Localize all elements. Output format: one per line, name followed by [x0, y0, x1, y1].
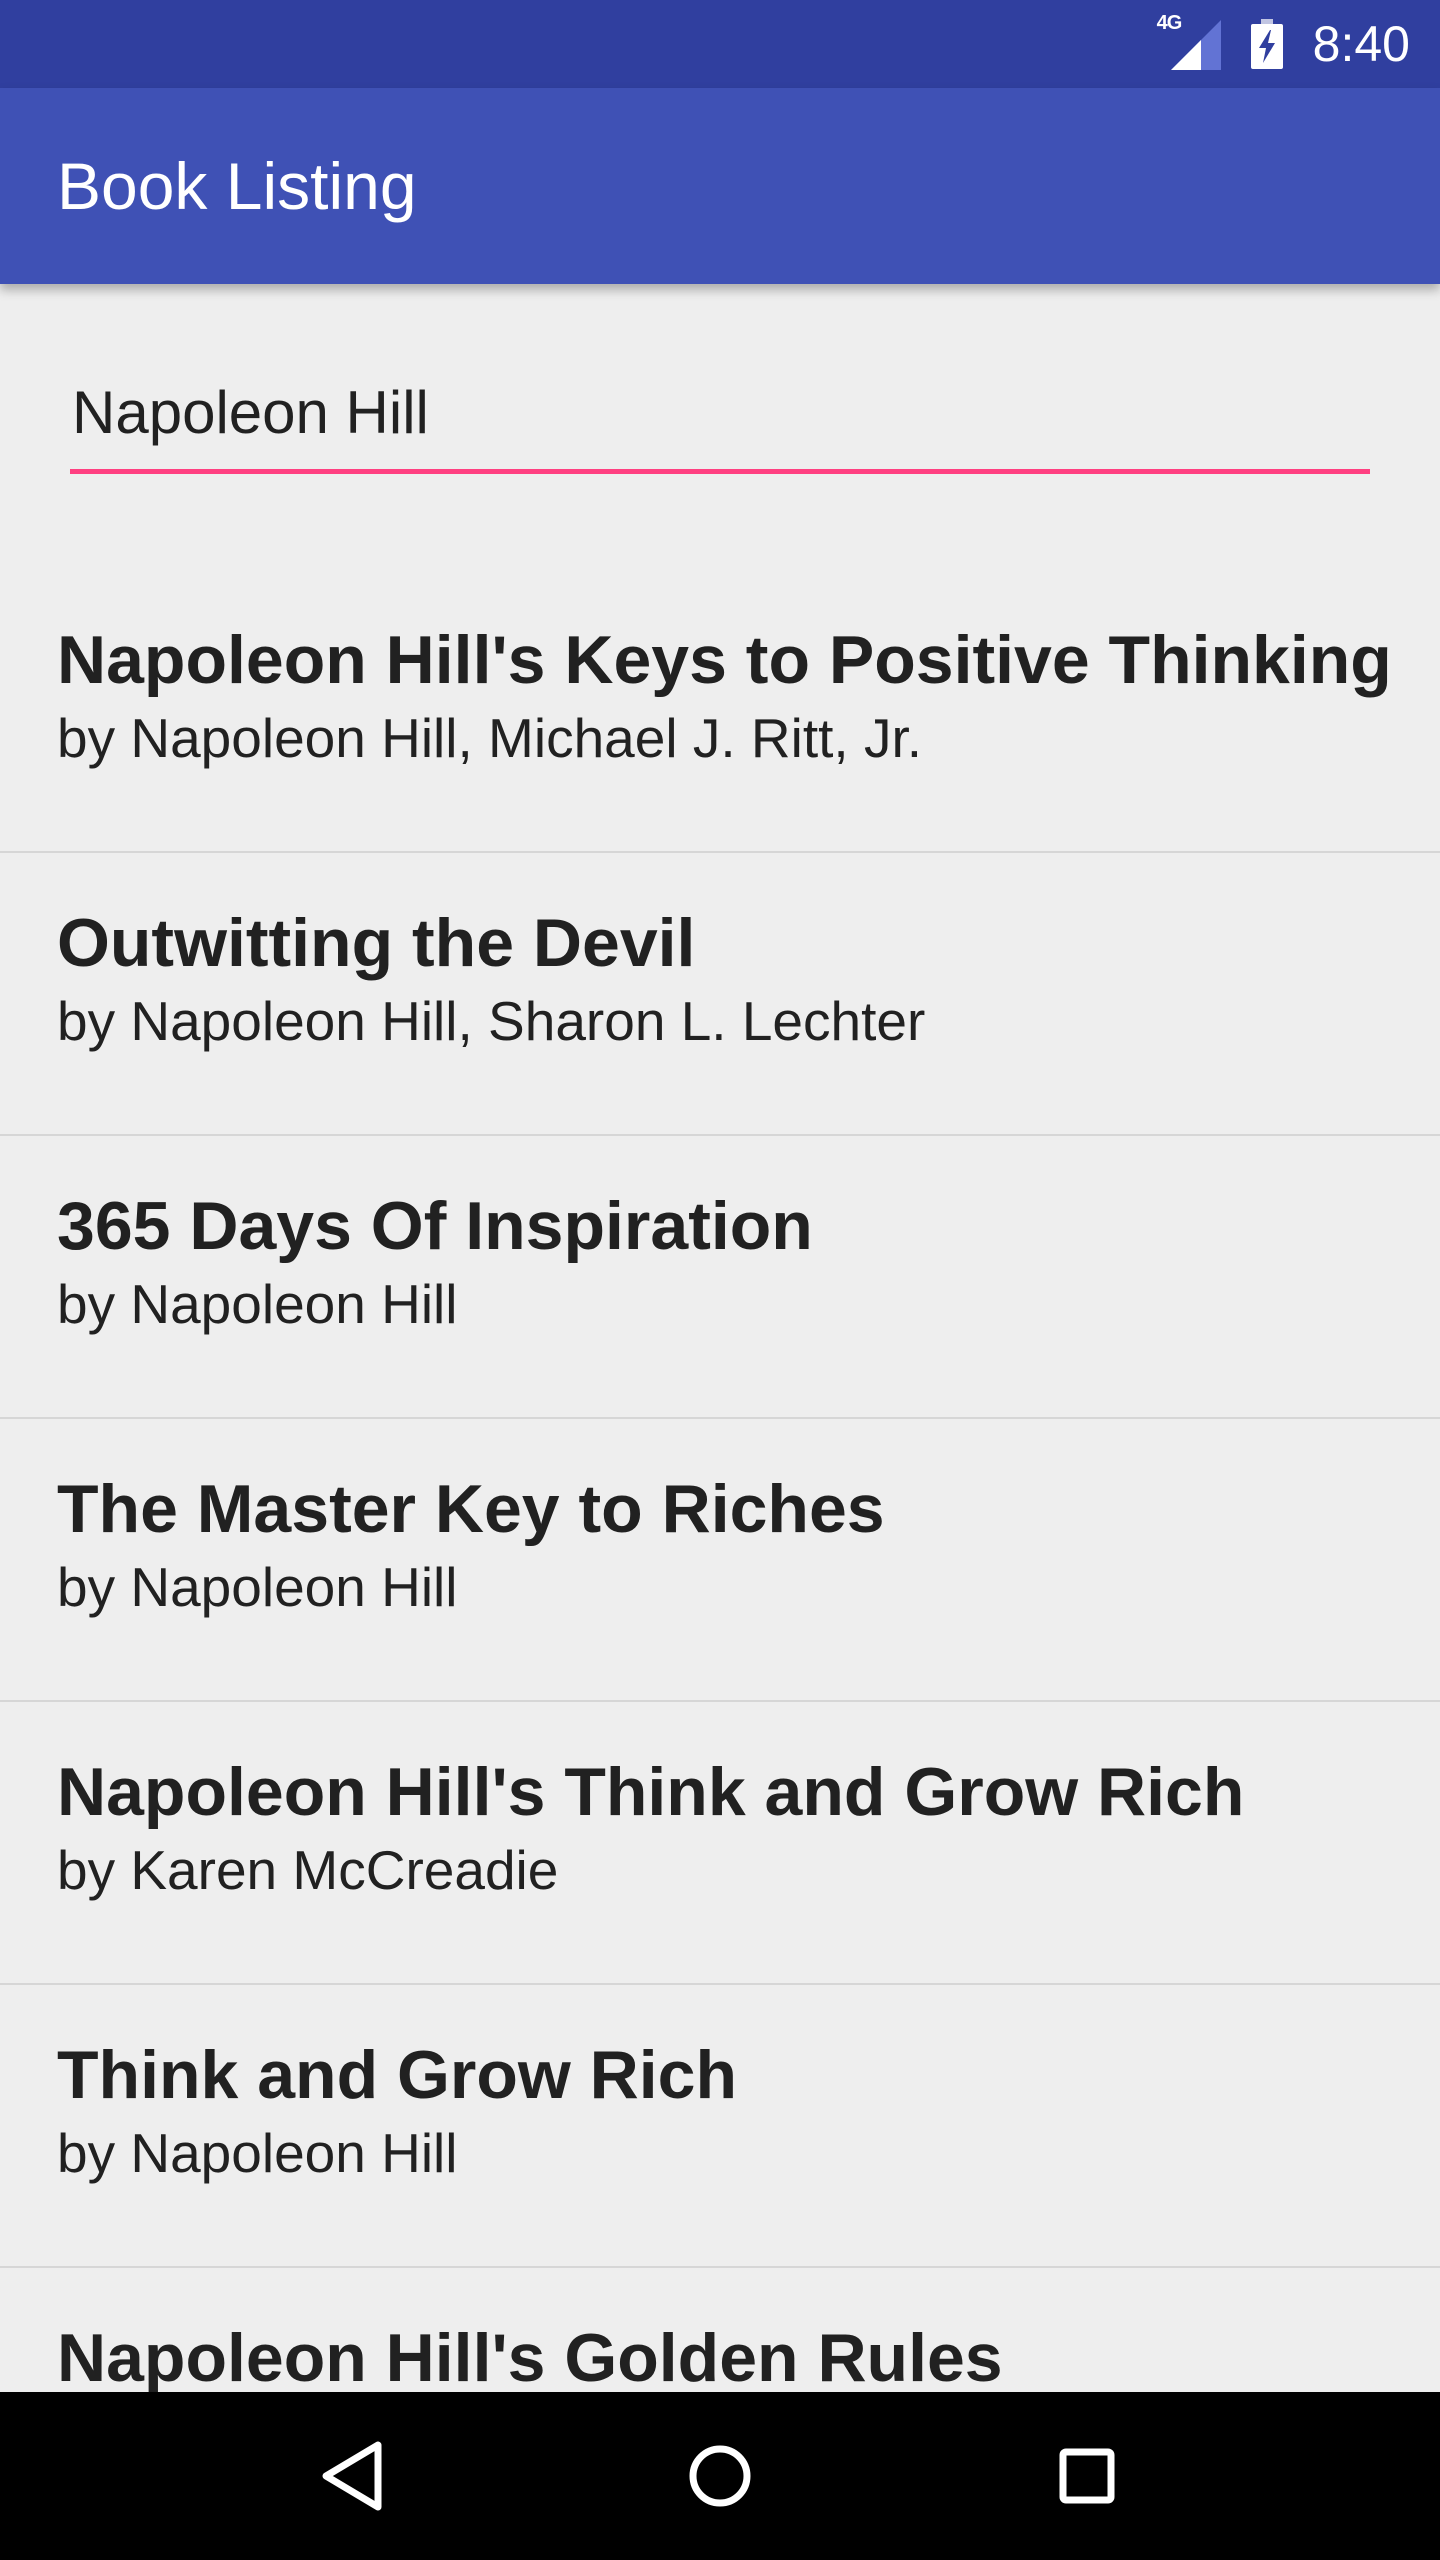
battery-charging-icon — [1250, 19, 1283, 69]
book-author: by Karen McCreadie — [57, 1838, 559, 1901]
home-icon[interactable] — [675, 2431, 765, 2521]
app-title: Book Listing — [57, 149, 417, 223]
search-input[interactable] — [70, 370, 1370, 474]
signal-icon: 4G — [1157, 12, 1225, 72]
book-list-item[interactable]: The Master Key to Riches by Napoleon Hil… — [0, 1419, 1440, 1702]
book-title: Napoleon Hill's Think and Grow Rich — [57, 1754, 1245, 1830]
app-bar: Book Listing — [0, 88, 1440, 284]
book-title: The Master Key to Riches — [57, 1471, 885, 1547]
book-title: Outwitting the Devil — [57, 905, 696, 981]
status-icons: 4G 8:40 — [1157, 12, 1410, 72]
book-title: Napoleon Hill's Keys to Positive Thinkin… — [57, 622, 1392, 698]
book-title: Napoleon Hill's Golden Rules — [57, 2320, 1003, 2392]
book-list-item[interactable]: Think and Grow Rich by Napoleon Hill — [0, 1985, 1440, 2268]
book-list-item[interactable]: 365 Days Of Inspiration by Napoleon Hill — [0, 1136, 1440, 1419]
recents-icon[interactable] — [1042, 2431, 1132, 2521]
book-author: by Napoleon Hill — [57, 1272, 458, 1335]
status-bar: 4G 8:40 — [0, 0, 1440, 88]
search-field-container — [70, 370, 1370, 474]
book-list-item[interactable]: Outwitting the Devil by Napoleon Hill, S… — [0, 853, 1440, 1136]
book-list-item[interactable]: Napoleon Hill's Think and Grow Rich by K… — [0, 1702, 1440, 1985]
status-time: 8:40 — [1312, 16, 1410, 72]
book-author: by Napoleon Hill — [57, 1555, 458, 1618]
book-list-item[interactable]: Napoleon Hill's Golden Rules — [0, 2268, 1440, 2392]
book-author: by Napoleon Hill, Michael J. Ritt, Jr. — [57, 706, 923, 769]
book-author: by Napoleon Hill — [57, 2121, 458, 2184]
back-icon[interactable] — [308, 2431, 398, 2521]
book-list[interactable]: Napoleon Hill's Keys to Positive Thinkin… — [0, 570, 1440, 2392]
book-title: 365 Days Of Inspiration — [57, 1188, 813, 1264]
book-author: by Napoleon Hill, Sharon L. Lechter — [57, 989, 926, 1052]
book-title: Think and Grow Rich — [57, 2037, 738, 2113]
navigation-bar — [0, 2392, 1440, 2560]
book-list-item[interactable]: Napoleon Hill's Keys to Positive Thinkin… — [0, 570, 1440, 853]
network-type-label: 4G — [1156, 12, 1183, 34]
